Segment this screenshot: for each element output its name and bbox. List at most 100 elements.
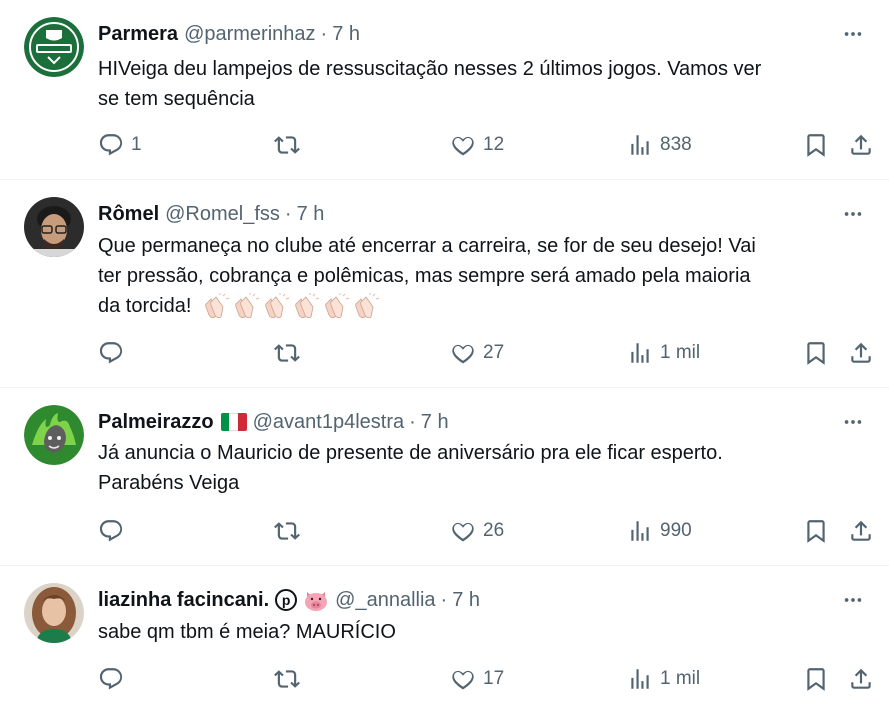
more-button[interactable] [839, 409, 867, 435]
action-bar: 17 1 mil [98, 664, 878, 694]
like-count: 26 [483, 520, 505, 541]
views-button[interactable]: 1 mil [627, 338, 700, 368]
bookmark-icon [803, 132, 829, 158]
action-bar: 27 1 mil [98, 338, 878, 368]
retweet-button[interactable] [274, 664, 307, 694]
views-button[interactable]: 838 [627, 130, 692, 160]
view-count: 1 mil [660, 342, 701, 363]
reply-button[interactable] [98, 664, 131, 694]
views-icon [627, 666, 653, 692]
bookmark-button[interactable] [803, 130, 829, 160]
like-button[interactable]: 26 [450, 516, 504, 546]
clapping-hands-icon [233, 293, 261, 321]
share-button[interactable] [848, 516, 874, 546]
views-button[interactable]: 990 [627, 516, 692, 546]
clapping-hands-icon [263, 293, 291, 321]
like-icon [450, 518, 476, 544]
separator: · [440, 588, 448, 611]
reply-button[interactable]: 1 [98, 130, 142, 160]
reply-button[interactable] [98, 338, 131, 368]
reply-button[interactable] [98, 516, 131, 546]
like-button[interactable]: 27 [450, 338, 504, 368]
more-icon [842, 411, 864, 433]
avatar[interactable] [24, 405, 84, 465]
bookmark-icon [803, 518, 829, 544]
action-bar: 1 12 838 [98, 130, 878, 160]
more-button[interactable] [839, 587, 867, 613]
views-icon [627, 518, 653, 544]
username[interactable]: @Romel_fss [165, 203, 280, 226]
share-button[interactable] [848, 338, 874, 368]
view-count: 838 [660, 134, 692, 155]
more-icon [842, 203, 864, 225]
bookmark-button[interactable] [803, 664, 829, 694]
timestamp[interactable]: 7 h [421, 411, 449, 434]
tweet-4[interactable]: liazinha facincani. p @_annallia · 7 h s… [0, 566, 889, 715]
clapping-hands-icon [323, 293, 351, 321]
display-name[interactable]: liazinha facincani. [98, 589, 269, 612]
username[interactable]: @avant1p4lestra [253, 411, 405, 434]
retweet-button[interactable] [274, 130, 307, 160]
avatar-photo [24, 197, 84, 257]
display-name[interactable]: Palmeirazzo [98, 411, 214, 434]
avatar[interactable] [24, 583, 84, 643]
separator: · [409, 410, 416, 433]
tweet-text-line: Que permaneça no clube até encerrar a ca… [98, 235, 756, 257]
reply-icon [98, 666, 124, 692]
tweet-text-fragment: da torcida! [98, 295, 192, 317]
like-count: 12 [483, 134, 505, 155]
view-count: 1 mil [660, 668, 701, 689]
bookmark-icon [803, 666, 829, 692]
share-button[interactable] [848, 130, 874, 160]
bookmark-button[interactable] [803, 516, 829, 546]
action-bar: 26 990 [98, 516, 878, 546]
timestamp[interactable]: 7 h [452, 589, 480, 612]
tweet-header: liazinha facincani. p @_annallia · 7 h [98, 587, 480, 613]
like-icon [450, 340, 476, 366]
more-button[interactable] [839, 21, 867, 47]
tweet-text: HIVeiga deu lampejos de ressuscitação ne… [98, 54, 868, 114]
timestamp[interactable]: 7 h [297, 203, 325, 226]
tweet-text-line: HIVeiga deu lampejos de ressuscitação ne… [98, 58, 762, 80]
display-name[interactable]: Parmera [98, 23, 178, 46]
retweet-button[interactable] [274, 516, 307, 546]
bookmark-button[interactable] [803, 338, 829, 368]
view-count: 990 [660, 520, 692, 541]
tweet-header: Rômel @Romel_fss · 7 h [98, 201, 324, 227]
bookmark-icon [803, 340, 829, 366]
like-button[interactable]: 12 [450, 130, 504, 160]
like-icon [450, 666, 476, 692]
like-count: 17 [483, 668, 505, 689]
like-button[interactable]: 17 [450, 664, 504, 694]
tweet-text: Já anuncia o Mauricio de presente de ani… [98, 438, 868, 498]
timestamp[interactable]: 7 h [332, 23, 360, 46]
more-button[interactable] [839, 201, 867, 227]
retweet-icon [274, 340, 300, 366]
tweet-text: sabe qm tbm é meia? MAURÍCIO [98, 617, 868, 647]
avatar[interactable] [24, 197, 84, 257]
retweet-button[interactable] [274, 338, 307, 368]
views-button[interactable]: 1 mil [627, 664, 700, 694]
avatar-photo [24, 583, 84, 643]
tweet-text-line: se tem sequência [98, 88, 255, 110]
tweet-1[interactable]: Parmera @parmerinhaz · 7 h HIVeiga deu l… [0, 0, 889, 180]
tweet-text-line: Já anuncia o Mauricio de presente de ani… [98, 442, 723, 464]
share-button[interactable] [848, 664, 874, 694]
tweet-text-line: da torcida! [98, 291, 868, 321]
reply-icon [98, 518, 124, 544]
retweet-icon [274, 518, 300, 544]
display-name[interactable]: Rômel [98, 203, 159, 226]
reply-icon [98, 132, 124, 158]
p-circle-icon: p [275, 589, 298, 611]
reply-count: 1 [131, 134, 142, 155]
tweet-header: Parmera @parmerinhaz · 7 h [98, 21, 360, 47]
clapping-hands-icon [293, 293, 321, 321]
avatar[interactable] [24, 17, 84, 77]
separator: · [284, 202, 292, 225]
tweet-3[interactable]: Palmeirazzo @avant1p4lestra · 7 h Já anu… [0, 388, 889, 566]
username[interactable]: @parmerinhaz [184, 23, 315, 46]
clapping-hands-emoji [203, 293, 381, 321]
clapping-hands-icon [203, 293, 231, 321]
username[interactable]: @_annallia [335, 589, 435, 612]
tweet-2[interactable]: Rômel @Romel_fss · 7 h Que permaneça no … [0, 180, 889, 388]
